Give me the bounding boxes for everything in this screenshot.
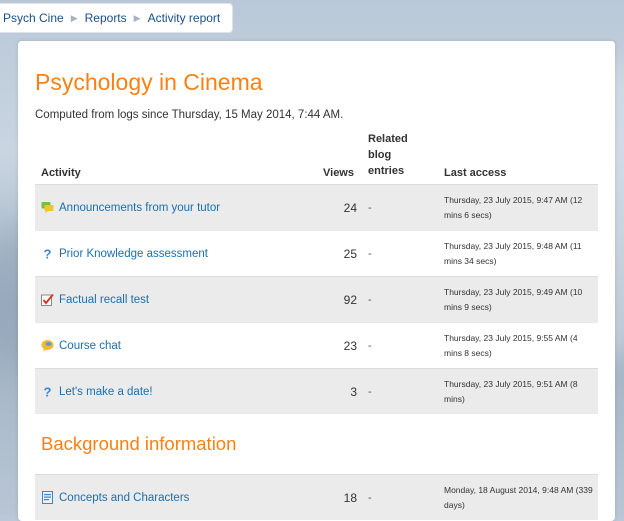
related-blog-entries: - [368,201,372,214]
last-access-time: Monday, 18 August 2014, 9:48 AM (339 day… [444,485,593,510]
related-blog-entries: - [368,385,372,398]
related-header-line: Related [368,133,408,145]
section-title: Background information [41,433,237,454]
related-header-line: entries [368,165,405,177]
related-blog-entries: - [368,247,372,260]
page-icon [41,491,54,504]
last-access-time: Thursday, 23 July 2015, 9:47 AM (12 mins… [444,195,583,220]
activity-cell: Announcements from your tutor [41,185,220,230]
related-blog-entries: - [368,491,372,504]
views-count: 18 [343,490,357,505]
table-row: ? Prior Knowledge assessment 25 - Thursd… [35,230,598,276]
last-access-time: Thursday, 23 July 2015, 9:49 AM (10 mins… [444,287,583,312]
table-row: Factual recall test 92 - Thursday, 23 Ju… [35,276,598,322]
activity-cell: Course chat [41,323,121,368]
activity-cell: ? Let's make a date! [41,369,153,414]
table-row: Course chat 23 - Thursday, 23 July 2015,… [35,322,598,368]
question-icon: ? [41,247,54,260]
views-count: 25 [343,246,357,261]
related-blog-entries: - [368,339,372,352]
breadcrumb-separator-icon: ▶ [70,12,78,23]
activity-link[interactable]: Announcements from your tutor [59,202,220,214]
views-count: 92 [343,292,357,307]
column-header-last-access: Last access [444,167,507,179]
breadcrumb-separator-icon: ▶ [133,12,141,23]
breadcrumb-course-link[interactable]: Psych Cine [3,11,64,25]
svg-text:?: ? [44,385,52,398]
related-header-line: blog [368,149,392,161]
activity-cell: ? Prior Knowledge assessment [41,231,208,276]
quiz-icon [41,293,54,306]
table-row: ? Let's make a date! 3 - Thursday, 23 Ju… [35,368,598,414]
report-card: Psychology in Cinema Computed from logs … [18,41,615,521]
activity-link[interactable]: Factual recall test [59,294,149,306]
chat-icon [41,339,54,352]
activity-link[interactable]: Concepts and Characters [59,492,189,504]
last-access-time: Thursday, 23 July 2015, 9:55 AM (4 mins … [444,333,578,358]
column-header-related-blog-entries: Related blog entries [368,131,418,179]
question-icon: ? [41,385,54,398]
activity-cell: Concepts and Characters [41,475,189,520]
breadcrumb-reports-link[interactable]: Reports [85,11,127,25]
views-count: 23 [343,338,357,353]
activity-link[interactable]: Course chat [59,340,121,352]
svg-text:?: ? [44,247,52,260]
breadcrumb-activity-report-link[interactable]: Activity report [148,11,221,25]
related-blog-entries: - [368,293,372,306]
table-row: Concepts and Characters 18 - Monday, 18 … [35,474,598,520]
activity-link[interactable]: Let's make a date! [59,386,153,398]
breadcrumb: Psych Cine ▶ Reports ▶ Activity report [0,3,234,33]
table-row: Announcements from your tutor 24 - Thurs… [35,184,598,230]
activity-cell: Factual recall test [41,277,149,322]
last-access-time: Thursday, 23 July 2015, 9:51 AM (8 mins) [444,379,578,404]
views-count: 24 [343,200,357,215]
forum-icon [41,201,54,214]
course-title: Psychology in Cinema [35,69,263,95]
column-header-views: Views [323,167,354,179]
views-count: 3 [350,384,357,399]
column-header-activity: Activity [41,167,81,179]
computed-from-text: Computed from logs since Thursday, 15 Ma… [35,109,344,121]
activity-link[interactable]: Prior Knowledge assessment [59,248,208,260]
last-access-time: Thursday, 23 July 2015, 9:48 AM (11 mins… [444,241,582,266]
